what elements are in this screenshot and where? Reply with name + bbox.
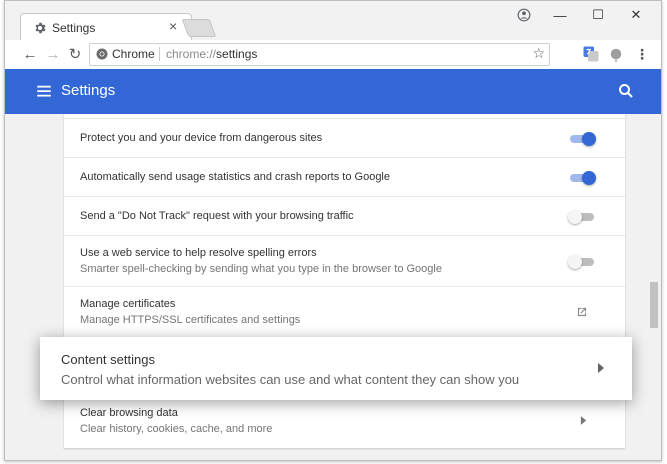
profile-button[interactable] (507, 3, 541, 27)
maximize-button[interactable]: ☐ (581, 3, 615, 27)
setting-row-usage-stats[interactable]: Automatically send usage statistics and … (64, 157, 625, 197)
content-settings-row[interactable]: Content settings Control what informatio… (40, 337, 632, 400)
scrollbar-thumb[interactable] (650, 282, 658, 328)
gear-icon (35, 22, 46, 34)
setting-label: Send a "Do Not Track" request with your … (80, 210, 354, 222)
minimize-button[interactable]: — (543, 3, 577, 27)
setting-row-certificates[interactable]: Manage certificates Manage HTTPS/SSL cer… (64, 286, 625, 338)
setting-label: Manage certificates (80, 298, 176, 310)
search-icon[interactable] (617, 82, 635, 100)
extension-icon[interactable] (607, 45, 625, 63)
setting-sublabel: Clear history, cookies, cache, and more (80, 423, 273, 435)
omnibox-separator (159, 47, 160, 61)
setting-row-clear-data[interactable]: Clear browsing data Clear history, cooki… (64, 395, 625, 449)
chrome-icon (96, 48, 108, 60)
page-title: Settings (61, 82, 116, 99)
do-not-track-toggle[interactable] (568, 210, 596, 224)
url-scheme: chrome:// (166, 47, 217, 61)
tab-settings[interactable]: Settings × (20, 13, 192, 42)
origin-chip: Chrome (112, 47, 155, 61)
content-settings-label: Content settings (61, 352, 155, 367)
setting-label: Clear browsing data (80, 407, 178, 419)
settings-header: Settings (5, 69, 661, 114)
translate-icon[interactable] (582, 45, 600, 63)
menu-icon[interactable] (35, 82, 53, 100)
setting-row-safe-browsing[interactable]: Protect you and your device from dangero… (64, 118, 625, 158)
spelling-toggle[interactable] (568, 255, 596, 269)
tab-title: Settings (52, 21, 96, 35)
open-in-new-icon[interactable] (575, 305, 589, 319)
chevron-right-icon (598, 363, 604, 373)
new-tab-button[interactable] (181, 19, 217, 37)
forward-button[interactable]: → (44, 45, 62, 63)
page-scrollbar[interactable] (647, 114, 661, 460)
bookmark-star-icon[interactable]: ☆ (532, 45, 545, 62)
setting-row-spelling[interactable]: Use a web service to help resolve spelli… (64, 235, 625, 287)
reload-button[interactable]: ↻ (66, 45, 84, 63)
settings-content: Protect you and your device from dangero… (5, 114, 661, 460)
setting-row-do-not-track[interactable]: Send a "Do Not Track" request with your … (64, 196, 625, 236)
close-window-button[interactable]: ✕ (619, 3, 653, 27)
profile-icon (517, 8, 531, 22)
safe-browsing-toggle[interactable] (570, 132, 596, 146)
content-settings-sublabel: Control what information websites can us… (61, 372, 520, 387)
back-button[interactable]: ← (21, 45, 39, 63)
title-bar: Settings × — ☐ ✕ (5, 1, 661, 42)
chrome-menu-icon[interactable]: ⋮ (633, 45, 651, 63)
usage-stats-toggle[interactable] (570, 171, 596, 185)
setting-sublabel: Smarter spell-checking by sending what y… (80, 263, 442, 275)
url-path: settings (216, 47, 258, 61)
address-bar[interactable]: Chrome chrome://settings ☆ (89, 43, 550, 66)
setting-label: Automatically send usage statistics and … (80, 171, 390, 183)
tab-close-icon[interactable]: × (169, 18, 177, 34)
url-text[interactable]: chrome://settings (166, 47, 257, 61)
chevron-right-icon (580, 416, 587, 425)
setting-label: Use a web service to help resolve spelli… (80, 247, 317, 259)
setting-label: Protect you and your device from dangero… (80, 132, 323, 144)
setting-sublabel: Manage HTTPS/SSL certificates and settin… (80, 314, 301, 326)
browser-toolbar: ← → ↻ Chrome chrome://settings ☆ ⋮ (5, 40, 661, 70)
